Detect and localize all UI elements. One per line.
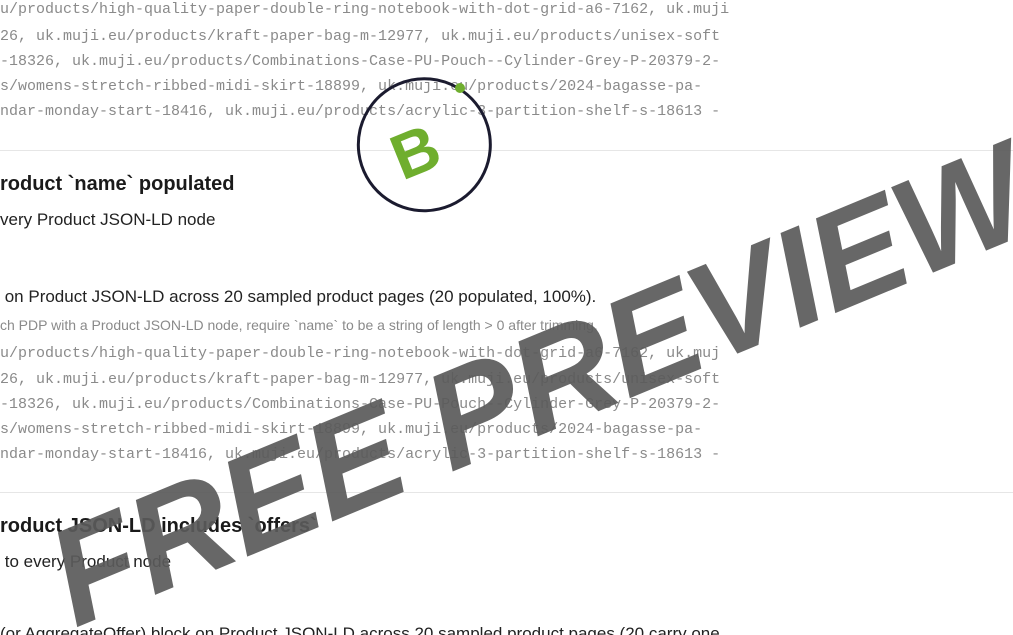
check-method: ch PDP with a Product JSON-LD node, requ…: [0, 317, 598, 333]
check-subtitle: very Product JSON-LD node: [0, 210, 216, 229]
section-divider: [0, 150, 1013, 151]
url-line: ndar-monday-start-18416, uk.muji.eu/prod…: [0, 446, 721, 463]
url-line: -18326, uk.muji.eu/products/Combinations…: [0, 396, 721, 413]
url-line: 26, uk.muji.eu/products/kraft-paper-bag-…: [0, 371, 721, 388]
url-line: s/womens-stretch-ribbed-midi-skirt-18899…: [0, 78, 703, 95]
check-summary: on Product JSON-LD across 20 sampled pro…: [0, 287, 597, 306]
watermark-badge: B: [356, 77, 492, 213]
check-summary: (or AggregateOffer) block on Product JSO…: [0, 624, 720, 635]
url-line: 26, uk.muji.eu/products/kraft-paper-bag-…: [0, 28, 721, 45]
section-divider: [0, 492, 1013, 493]
url-line: ndar-monday-start-18416, uk.muji.eu/prod…: [0, 103, 721, 120]
url-line: s/womens-stretch-ribbed-midi-skirt-18899…: [0, 421, 703, 438]
badge-letter: B: [381, 110, 451, 194]
check-title: roduct `name` populated: [0, 173, 235, 195]
check-subtitle: to every Product node: [0, 552, 172, 571]
url-line: u/products/high-quality-paper-double-rin…: [0, 345, 721, 362]
badge-ring-icon: [356, 77, 492, 213]
url-line: -18326, uk.muji.eu/products/Combinations…: [0, 53, 721, 70]
url-line: u/products/high-quality-paper-double-rin…: [0, 1, 730, 18]
check-title: roduct JSON-LD includes `offers`: [0, 515, 317, 537]
